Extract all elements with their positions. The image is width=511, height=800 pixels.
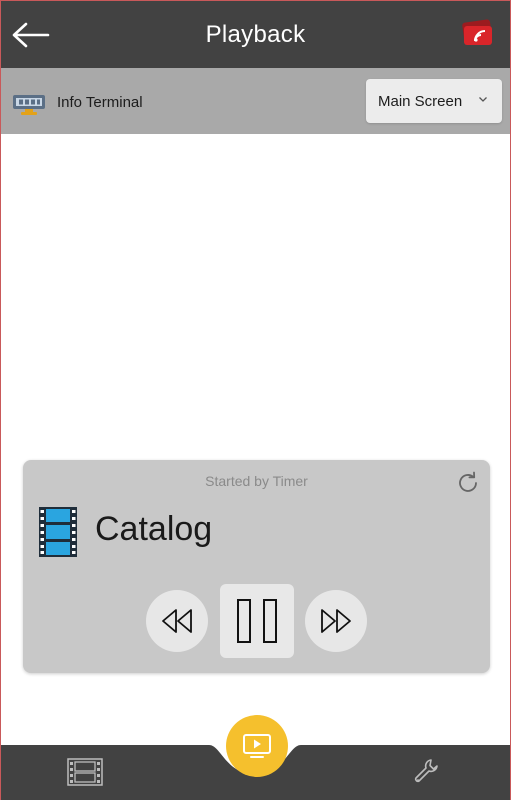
screen-cast-icon [462, 19, 492, 45]
screen-select-value: Main Screen [378, 92, 463, 110]
device-name: Info Terminal [57, 94, 143, 111]
media-title: Catalog [95, 510, 213, 548]
refresh-button[interactable] [454, 469, 482, 497]
device-bar: Info Terminal Main Screen [1, 68, 510, 134]
chevron-down-icon [479, 97, 487, 102]
refresh-icon [459, 471, 477, 492]
rewind-button[interactable] [146, 590, 208, 652]
fast-forward-icon [321, 609, 351, 633]
film-strip-icon [39, 507, 77, 557]
play-screen-button[interactable] [226, 715, 288, 777]
film-icon [67, 758, 103, 786]
started-by-label: Started by Timer [205, 473, 308, 489]
top-app-bar: Playback [1, 1, 510, 68]
info-terminal-icon [13, 95, 45, 115]
pause-icon [237, 599, 277, 643]
play-screen-icon [243, 734, 271, 758]
cast-button[interactable] [458, 17, 498, 51]
tab-settings[interactable] [403, 757, 451, 787]
wrench-icon [414, 759, 438, 783]
rewind-icon [162, 609, 192, 633]
tab-media[interactable] [61, 757, 109, 787]
page-title: Playback [205, 21, 306, 48]
fast-forward-button[interactable] [305, 590, 367, 652]
pause-button[interactable] [220, 584, 294, 658]
player-card: Started by Timer Catalog [23, 460, 490, 673]
screen-select[interactable]: Main Screen [366, 79, 502, 123]
